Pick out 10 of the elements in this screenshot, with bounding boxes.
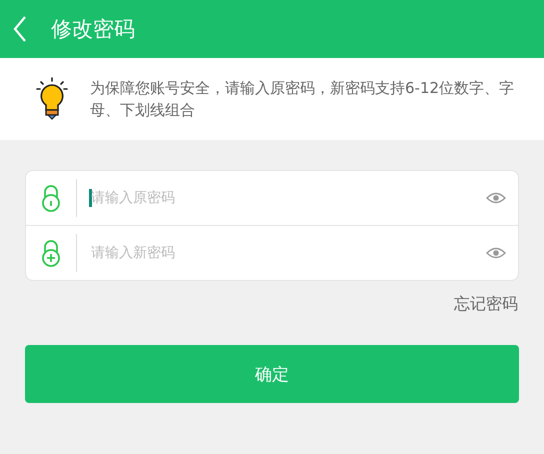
notice-text: 为保障您账号安全，请输入原密码，新密码支持6-12位数字、字母、下划线组合 [90, 78, 516, 121]
lock-plus-icon [41, 239, 61, 267]
lock-icon [41, 184, 61, 212]
page-title: 修改密码 [51, 16, 135, 43]
eye-icon[interactable] [486, 247, 506, 259]
eye-icon[interactable] [486, 192, 506, 204]
password-field[interactable]: 请输入新密码 [89, 244, 486, 262]
back-icon[interactable] [13, 15, 27, 43]
lightbulb-icon [36, 77, 68, 121]
forgot-password-link[interactable]: 忘记密码 [454, 294, 518, 315]
